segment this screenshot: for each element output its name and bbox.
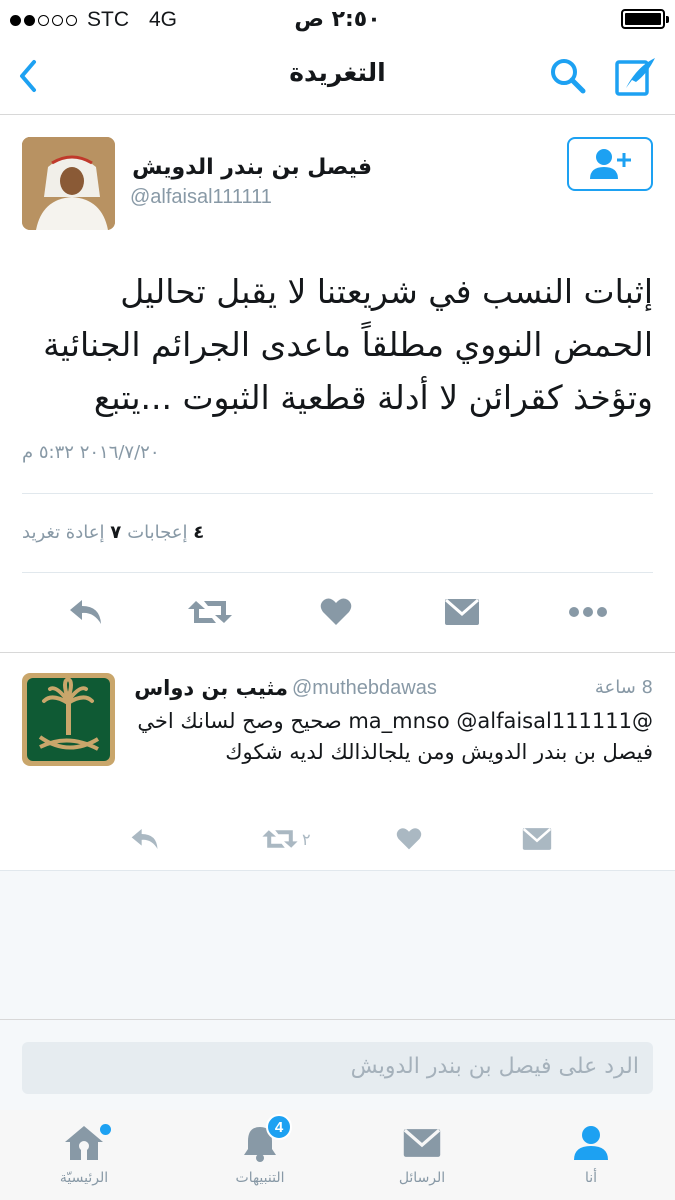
reply-like-button[interactable] (396, 822, 422, 856)
search-icon (551, 59, 586, 94)
tab-home-label: الرئيسيّة (59, 1170, 109, 1186)
divider (22, 493, 653, 494)
reply-dm-button[interactable] (522, 822, 552, 856)
compose-icon (615, 58, 655, 96)
battery-icon (621, 9, 669, 29)
nav-bar: التغريدة (0, 38, 675, 115)
divider (0, 652, 675, 653)
reply-author-handle[interactable]: @muthebdawas (292, 677, 437, 700)
divider (22, 572, 653, 573)
follow-button[interactable] (567, 137, 653, 191)
retweets-stat[interactable]: ٧ إعادة تغريد (22, 522, 121, 543)
like-button[interactable] (314, 590, 358, 634)
reply-text: @ma_mnso @alfaisal111111 صحيح وصح لسانك … (137, 709, 653, 764)
user-icon (574, 1126, 608, 1160)
tweet-actions (0, 590, 675, 634)
reply-icon (70, 600, 101, 624)
reply-retweet-button[interactable]: ٢ (262, 822, 311, 856)
reply-composer: الرد على فيصل بن بندر الدويش (0, 1020, 675, 1110)
tab-messages[interactable]: الرسائل (362, 1120, 482, 1186)
reply-author-avatar[interactable] (22, 673, 115, 766)
search-button[interactable] (548, 56, 588, 96)
status-time: ٢:٥٠ ص (294, 7, 381, 32)
retweet-button[interactable] (188, 590, 232, 634)
author-handle[interactable]: @alfaisal111111 (130, 186, 272, 209)
author-avatar[interactable] (22, 137, 115, 230)
reply-input[interactable]: الرد على فيصل بن بندر الدويش (22, 1042, 653, 1094)
status-bar: STC 4G ٢:٥٠ ص (0, 0, 675, 38)
heart-icon (320, 598, 352, 625)
heart-icon (396, 828, 422, 850)
tab-me-label: أنا (584, 1170, 598, 1186)
tab-notifications-label: التنبيهات (235, 1170, 285, 1186)
reply-time: 8 ساعة (594, 677, 653, 698)
tab-notifications[interactable]: 4 التنبيهات (200, 1114, 320, 1186)
mail-icon (445, 598, 479, 625)
tab-home[interactable]: الرئيسيّة (24, 1120, 144, 1186)
reply-retweet-count: ٢ (302, 829, 311, 849)
author-name[interactable]: فيصل بن بندر الدويش (132, 155, 372, 180)
unread-dot (100, 1124, 111, 1135)
tab-me[interactable]: أنا (531, 1120, 651, 1186)
reply-button[interactable] (64, 590, 108, 634)
engagement-counts: ٤ إعجابات ٧ إعادة تغريد (22, 522, 204, 543)
empty-area (0, 870, 675, 1020)
more-icon (569, 607, 607, 617)
mail-icon (403, 1128, 441, 1157)
reply-icon (131, 829, 158, 849)
tweet-text: إثبات النسب في شريعتنا لا يقبل تحاليل ال… (43, 272, 653, 417)
retweet-icon (188, 601, 232, 623)
likes-stat[interactable]: ٤ إعجابات (127, 522, 204, 543)
add-user-icon (590, 149, 631, 179)
notification-badge: 4 (266, 1114, 292, 1140)
direct-message-button[interactable] (440, 590, 484, 634)
tab-bar: الرئيسيّة 4 التنبيهات الرسائل أنا (0, 1110, 675, 1200)
mail-icon (522, 828, 552, 850)
compose-button[interactable] (614, 54, 658, 98)
tab-messages-label: الرسائل (398, 1170, 446, 1186)
reply-reply-button[interactable] (130, 822, 160, 856)
more-button[interactable] (566, 590, 610, 634)
retweet-icon (262, 830, 298, 848)
tweet-date: ٢٠١٦/٧/٢٠ ٥:٣٢ م (22, 442, 160, 463)
reply-author-name[interactable]: مثيب بن دواس (134, 676, 288, 700)
home-icon (65, 1126, 103, 1160)
